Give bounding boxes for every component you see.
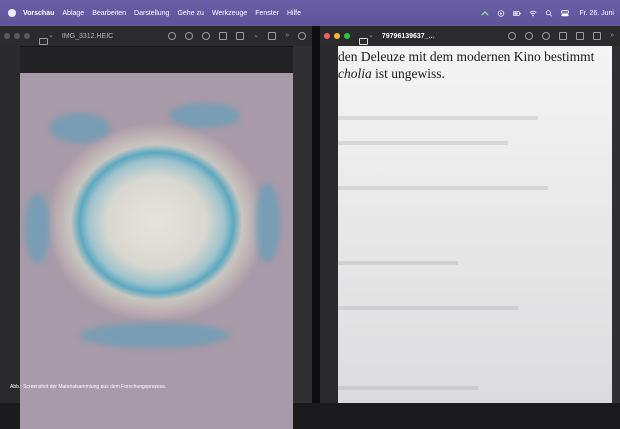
share-icon[interactable] <box>559 32 568 40</box>
cloud-sync-icon[interactable] <box>481 10 489 17</box>
menu-ablage[interactable]: Ablage <box>62 10 84 17</box>
close-button[interactable] <box>4 33 10 39</box>
bleed-through-line <box>338 306 518 310</box>
image-caption: Abb.: Screenshot der Materialsammlung au… <box>10 384 167 390</box>
close-button[interactable] <box>324 33 330 39</box>
menu-bar: Vorschau Ablage Bearbeiten Darstellung G… <box>0 0 620 26</box>
petri-dish-photo <box>20 73 293 429</box>
text-rest: ist ungewiss. <box>371 66 445 81</box>
share-icon[interactable] <box>219 32 228 40</box>
left-margin <box>320 46 338 403</box>
preview-window-image: ⌄ IMG_3312.HEIC ⌄ » Abb.: Screenshot der… <box>0 26 312 429</box>
markup-chevron-icon[interactable]: ⌄ <box>253 32 259 40</box>
right-margin <box>293 46 312 403</box>
menu-gehe-zu[interactable]: Gehe zu <box>177 10 203 17</box>
zoom-button[interactable] <box>24 33 30 39</box>
status-area: Fr. 26. Juni <box>481 0 614 26</box>
bleed-through-line <box>338 141 508 145</box>
window-title: 79796139637_... <box>381 32 435 40</box>
menu-hilfe[interactable]: Hilfe <box>287 10 301 17</box>
control-center-icon[interactable] <box>561 9 570 17</box>
more-chevron-icon[interactable]: » <box>610 32 614 40</box>
markup-icon[interactable] <box>576 32 585 40</box>
battery-icon[interactable] <box>513 10 522 17</box>
sidebar-icon[interactable] <box>359 32 368 45</box>
right-margin <box>612 46 620 403</box>
menu-bearbeiten[interactable]: Bearbeiten <box>92 10 126 17</box>
info-icon[interactable] <box>168 32 177 40</box>
text-line-2: cholia ist ungewiss. <box>338 66 445 82</box>
text-line-1: den Deleuze mit dem modernen Kino bestim… <box>338 49 595 64</box>
minimize-button[interactable] <box>14 33 20 39</box>
rotate-icon[interactable] <box>593 32 602 40</box>
search-icon[interactable] <box>545 9 553 17</box>
markup-icon[interactable] <box>236 32 245 40</box>
zoom-button[interactable] <box>344 33 350 39</box>
window-toolbar: ⌄ 79796139637_... » <box>320 26 620 47</box>
window-toolbar: ⌄ IMG_3312.HEIC ⌄ » <box>0 26 312 47</box>
search-icon[interactable] <box>298 32 306 40</box>
menu-fenster[interactable]: Fenster <box>255 10 279 17</box>
preview-window-document: ⌄ 79796139637_... » den Deleuze mit dem … <box>320 26 620 403</box>
more-chevron-icon[interactable]: » <box>285 32 289 40</box>
menu-app-name[interactable]: Vorschau <box>23 10 54 17</box>
menubar-clock[interactable]: Fr. 26. Juni <box>579 10 614 17</box>
window-title: IMG_3312.HEIC <box>61 32 114 40</box>
apple-icon[interactable] <box>8 9 16 17</box>
zoom-in-icon[interactable] <box>202 32 211 40</box>
window-divider <box>312 26 320 403</box>
bleed-through-line <box>338 186 548 190</box>
play-icon[interactable] <box>497 9 505 17</box>
zoom-in-icon[interactable] <box>542 32 551 40</box>
text-italic: cholia <box>338 66 372 81</box>
zoom-out-icon[interactable] <box>185 32 194 40</box>
rotate-icon[interactable] <box>268 32 277 40</box>
zoom-out-icon[interactable] <box>525 32 534 40</box>
bleed-through-line <box>338 261 458 265</box>
document-page: den Deleuze mit dem modernen Kino bestim… <box>338 46 612 403</box>
sidebar-icon[interactable] <box>39 32 48 45</box>
left-margin <box>0 46 20 403</box>
bleed-through-line <box>338 386 478 390</box>
wifi-icon[interactable] <box>529 10 537 17</box>
chevron-down-icon[interactable]: ⌄ <box>48 32 54 40</box>
info-icon[interactable] <box>508 32 517 40</box>
chevron-down-icon[interactable]: ⌄ <box>368 32 374 40</box>
minimize-button[interactable] <box>334 33 340 39</box>
menu-darstellung[interactable]: Darstellung <box>134 10 169 17</box>
bleed-through-line <box>338 116 538 120</box>
menu-werkzeuge[interactable]: Werkzeuge <box>212 10 247 17</box>
